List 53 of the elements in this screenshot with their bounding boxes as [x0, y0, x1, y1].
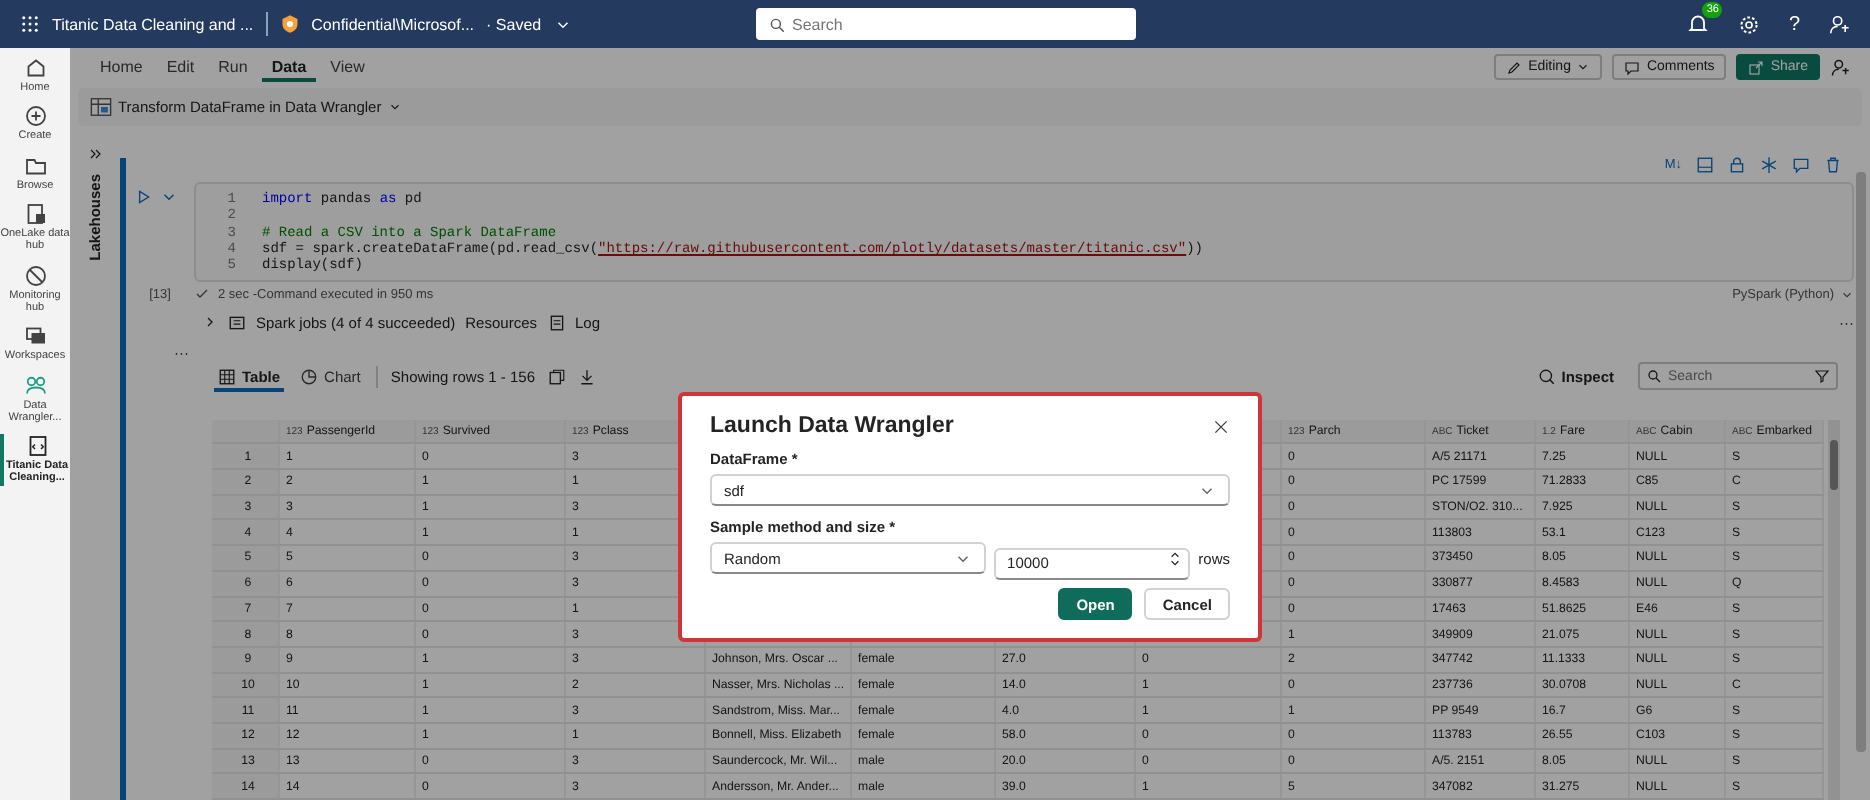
freeze-icon[interactable]	[1760, 156, 1778, 175]
pencil-icon	[1506, 59, 1523, 75]
app-launcher-icon[interactable]	[20, 14, 40, 34]
dialog-title: Launch Data Wrangler	[710, 414, 954, 438]
check-icon	[194, 286, 210, 303]
pie-chart-icon	[300, 367, 319, 386]
run-icon[interactable]	[134, 187, 152, 206]
person-icon[interactable]	[1830, 57, 1850, 77]
ribbon-tab[interactable]: Run	[208, 52, 258, 82]
close-icon	[1212, 417, 1230, 435]
save-status: · Saved	[486, 15, 542, 33]
database-icon	[23, 201, 47, 226]
grid-icon	[218, 367, 236, 386]
log-icon	[547, 313, 565, 332]
search-field[interactable]: Search	[756, 8, 1136, 40]
close-button[interactable]	[1212, 417, 1230, 435]
download-icon[interactable]	[577, 367, 596, 386]
jobs-icon	[228, 313, 246, 332]
spinner-icon	[1166, 549, 1185, 567]
document-title[interactable]: Titanic Data Cleaning and ...	[52, 15, 254, 33]
ribbon-tab[interactable]: Data	[261, 52, 317, 82]
code-file-icon	[25, 434, 49, 459]
chevron-icon	[387, 100, 402, 114]
share-icon	[1748, 59, 1765, 75]
folder-icon	[23, 153, 47, 178]
settings-icon[interactable]	[1738, 13, 1761, 35]
people-icon	[23, 373, 47, 397]
plus-icon	[23, 104, 47, 129]
delete-icon[interactable]	[1824, 156, 1842, 175]
lock-icon[interactable]	[1728, 156, 1746, 175]
search-icon	[1646, 368, 1662, 385]
chevron-icon[interactable]	[202, 314, 218, 331]
chevron-icon	[1576, 60, 1591, 74]
inspect-icon	[1537, 367, 1556, 386]
sensitivity-icon	[279, 14, 300, 34]
person-icon[interactable]	[1828, 13, 1850, 35]
ribbon-tab[interactable]: View	[320, 52, 375, 82]
comment-icon[interactable]	[1792, 156, 1810, 175]
split-icon[interactable]	[1696, 156, 1714, 175]
prohibited-icon	[23, 263, 47, 288]
copy-icon[interactable]	[547, 367, 566, 386]
ribbon-tab[interactable]: Home	[90, 52, 153, 82]
filter-icon	[1814, 368, 1830, 385]
table-icon	[90, 96, 112, 118]
home-icon	[23, 56, 47, 80]
stack-icon	[23, 324, 47, 349]
expand-icon[interactable]	[87, 146, 103, 162]
search-icon	[768, 15, 786, 33]
bell-icon[interactable]	[1686, 12, 1711, 36]
sensitivity-label[interactable]: Confidential\Microsof...	[311, 15, 475, 33]
comment-icon	[1624, 59, 1641, 75]
help-button[interactable]: ?	[1788, 13, 1800, 35]
ribbon-tab[interactable]: Edit	[156, 52, 205, 82]
